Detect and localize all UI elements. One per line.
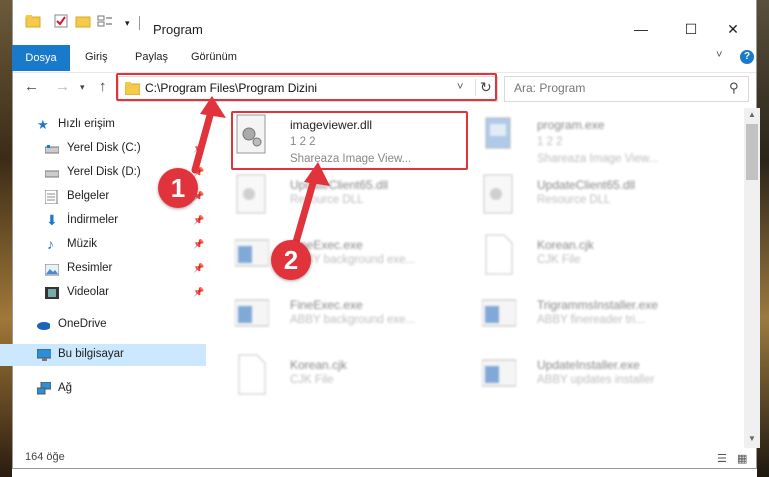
arrow-2 <box>292 162 330 246</box>
arrow-1 <box>191 96 226 174</box>
step-badge-1: 1 <box>158 168 198 208</box>
step-badge-2: 2 <box>271 240 311 280</box>
annotation-arrows <box>191 96 330 246</box>
